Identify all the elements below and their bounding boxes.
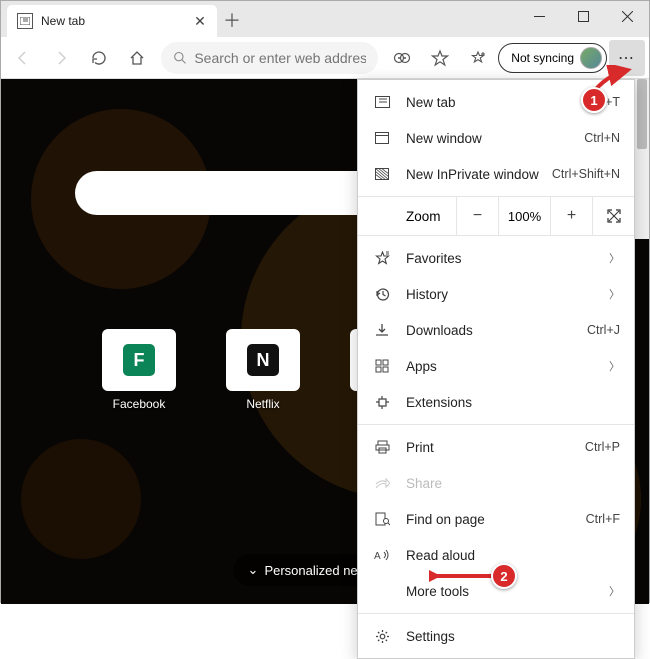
scrollbar-thumb[interactable] <box>637 79 647 149</box>
window-maximize-button[interactable] <box>561 1 605 31</box>
menu-shortcut: Ctrl+P <box>585 440 620 454</box>
zoom-value: 100% <box>498 197 550 235</box>
zoom-in-button[interactable]: + <box>550 197 592 235</box>
menu-label: New InPrivate window <box>406 167 552 182</box>
tab-favicon <box>17 13 33 29</box>
menu-label: Apps <box>406 359 609 374</box>
download-icon <box>372 323 392 337</box>
back-button[interactable] <box>5 40 41 76</box>
menu-separator <box>358 613 634 614</box>
chevron-right-icon: 〉 <box>609 358 620 374</box>
share-icon <box>372 477 392 490</box>
sync-status-label: Not syncing <box>511 51 574 65</box>
fullscreen-button[interactable] <box>592 197 634 235</box>
tile-label: Netflix <box>246 397 279 411</box>
zoom-label: Zoom <box>358 197 456 235</box>
titlebar: New tab ✕ ＋ <box>1 1 649 37</box>
gear-icon <box>372 629 392 644</box>
menu-label: Read aloud <box>406 548 620 563</box>
menu-new-inprivate[interactable]: New InPrivate window Ctrl+Shift+N <box>358 156 634 192</box>
annotation-callout-2: 2 <box>491 563 517 589</box>
menu-shortcut: Ctrl+J <box>587 323 620 337</box>
menu-favorites[interactable]: Favorites 〉 <box>358 240 634 276</box>
forward-button[interactable] <box>43 40 79 76</box>
menu-settings[interactable]: Settings <box>358 618 634 654</box>
annotation-callout-1: 1 <box>581 87 607 113</box>
toolbar: Not syncing ⋯ <box>1 37 649 79</box>
find-icon <box>372 512 392 526</box>
menu-zoom-row: Zoom − 100% + <box>358 196 634 236</box>
inprivate-icon <box>372 168 392 180</box>
menu-shortcut: Ctrl+N <box>584 131 620 145</box>
svg-text:A: A <box>374 551 381 562</box>
tile-icon: N <box>247 344 279 376</box>
chevron-right-icon: 〉 <box>609 250 620 266</box>
menu-new-window[interactable]: New window Ctrl+N <box>358 120 634 156</box>
menu-print[interactable]: Print Ctrl+P <box>358 429 634 465</box>
tile-icon: F <box>123 344 155 376</box>
tracking-prevention-button[interactable] <box>384 40 420 76</box>
menu-label: Favorites <box>406 251 609 266</box>
menu-label: Extensions <box>406 395 620 410</box>
favorites-button[interactable] <box>422 40 458 76</box>
window-close-button[interactable] <box>605 1 649 31</box>
menu-label: Downloads <box>406 323 587 338</box>
menu-history[interactable]: History 〉 <box>358 276 634 312</box>
zoom-out-button[interactable]: − <box>456 197 498 235</box>
quick-link-tile[interactable]: N Netflix <box>208 329 318 421</box>
annotation-arrow-icon <box>429 566 499 586</box>
menu-label: Find on page <box>406 512 586 527</box>
menu-label: New window <box>406 131 584 146</box>
chevron-down-icon: ⌄ <box>248 562 259 578</box>
menu-extensions[interactable]: Extensions <box>358 384 634 420</box>
address-input[interactable] <box>194 50 366 66</box>
menu-label: History <box>406 287 609 302</box>
menu-label: New tab <box>406 95 586 110</box>
window-icon <box>372 132 392 144</box>
apps-icon <box>372 359 392 373</box>
menu-label: Settings <box>406 629 620 644</box>
menu-shortcut: Ctrl+F <box>586 512 620 526</box>
window-minimize-button[interactable] <box>517 1 561 31</box>
refresh-button[interactable] <box>81 40 117 76</box>
history-icon <box>372 287 392 302</box>
home-button[interactable] <box>119 40 155 76</box>
collections-button[interactable] <box>460 40 496 76</box>
menu-share: Share <box>358 465 634 501</box>
menu-label: Share <box>406 476 620 491</box>
star-icon <box>372 251 392 265</box>
menu-apps[interactable]: Apps 〉 <box>358 348 634 384</box>
window-controls <box>517 1 649 31</box>
read-aloud-icon: A <box>372 548 392 562</box>
search-icon <box>173 50 186 65</box>
print-icon <box>372 440 392 454</box>
address-bar[interactable] <box>161 42 378 74</box>
chevron-right-icon: 〉 <box>609 583 620 599</box>
menu-find-on-page[interactable]: Find on page Ctrl+F <box>358 501 634 537</box>
menu-separator <box>358 424 634 425</box>
tab-title: New tab <box>41 14 191 28</box>
chevron-right-icon: 〉 <box>609 286 620 302</box>
tile-label: Facebook <box>113 397 166 411</box>
tab-close-icon[interactable]: ✕ <box>191 12 209 30</box>
new-tab-button[interactable]: ＋ <box>217 5 247 35</box>
quick-link-tile[interactable]: F Facebook <box>84 329 194 421</box>
menu-downloads[interactable]: Downloads Ctrl+J <box>358 312 634 348</box>
menu-label: Print <box>406 440 585 455</box>
browser-tab[interactable]: New tab ✕ <box>7 5 217 37</box>
extension-icon <box>372 395 392 410</box>
menu-shortcut: Ctrl+Shift+N <box>552 167 620 181</box>
new-tab-icon <box>372 96 392 108</box>
